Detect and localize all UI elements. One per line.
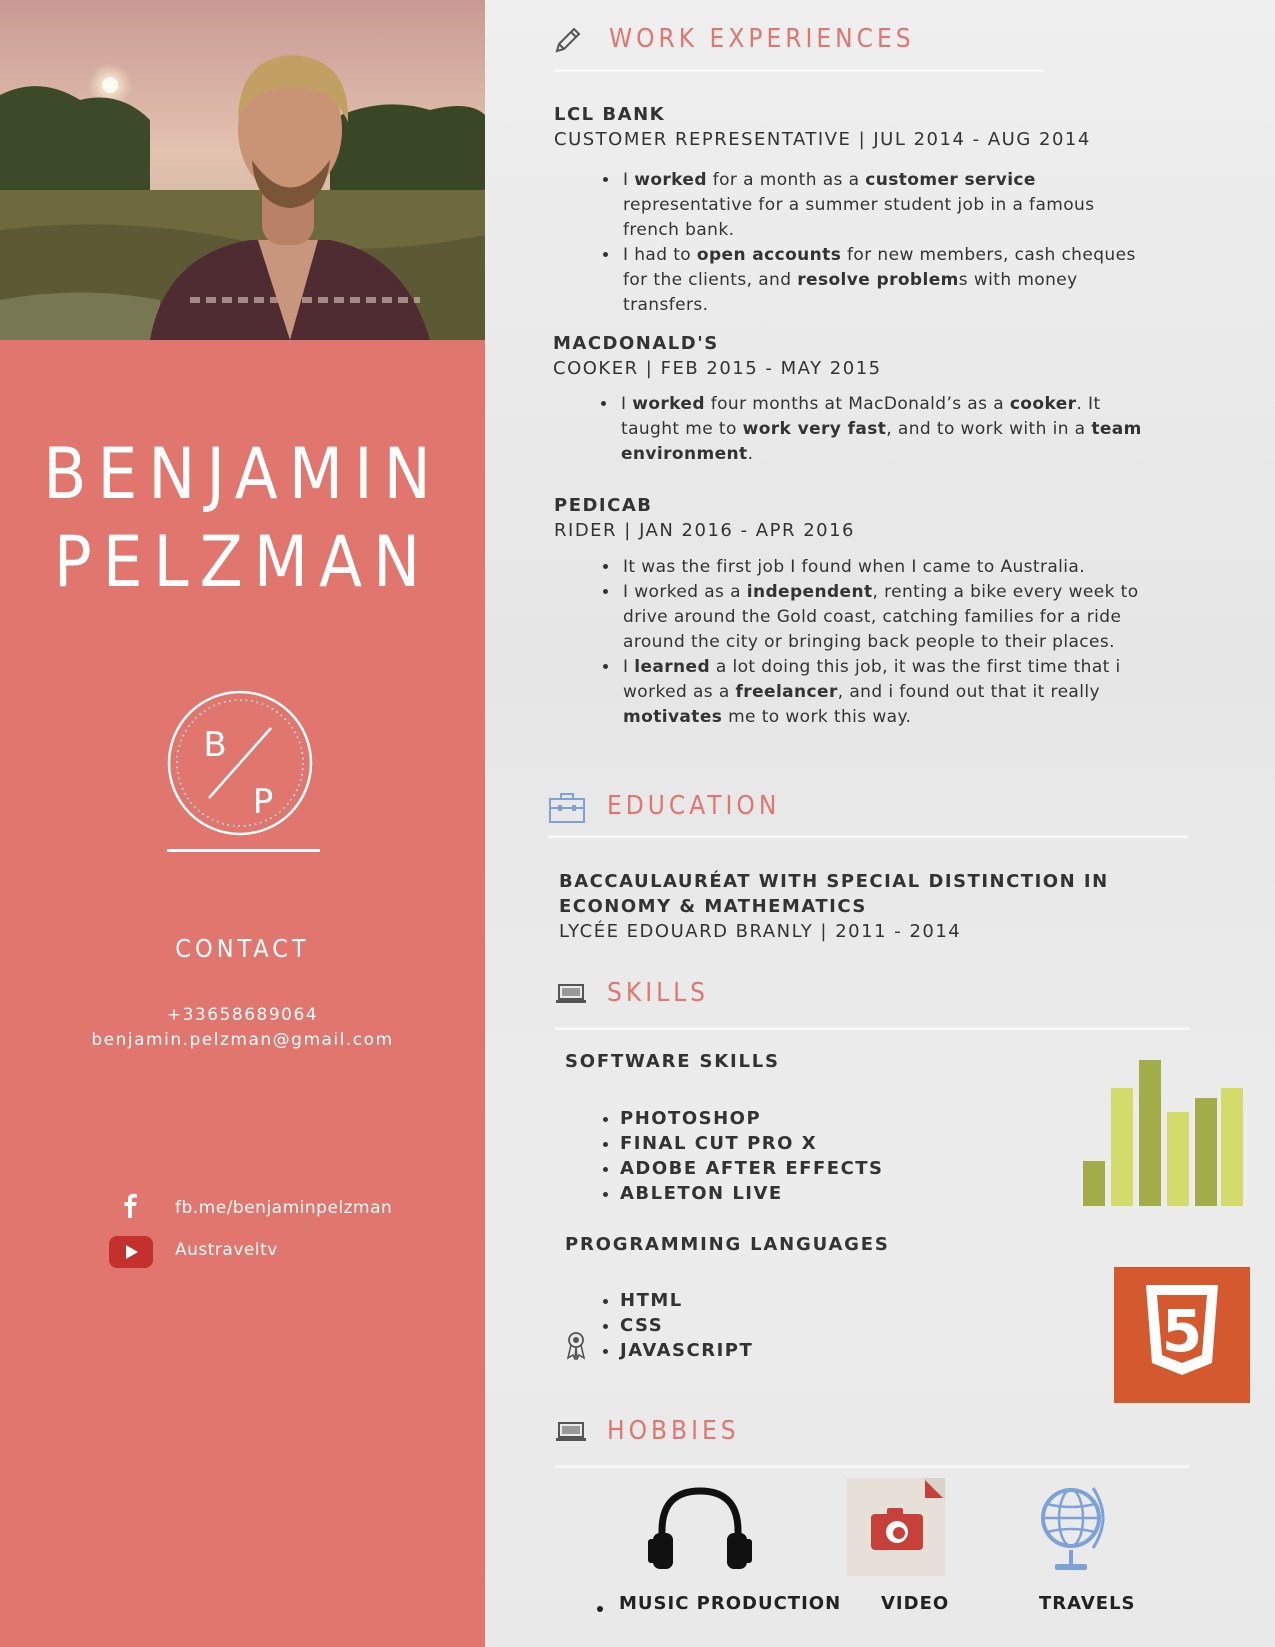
job-bullets-lcl: I worked for a month as a customer servi… [598, 168, 1150, 318]
youtube-icon[interactable] [109, 1236, 153, 1272]
list-item: PHOTOSHOP [620, 1106, 884, 1131]
skills-heading: SKILLS [607, 978, 709, 1008]
work-heading: WORK EXPERIENCES [609, 24, 915, 54]
hobbies-divider [555, 1465, 1190, 1468]
laptop-icon [555, 983, 587, 1009]
list-item: CSS [620, 1313, 753, 1338]
programming-languages-list: HTML CSS JAVASCRIPT [598, 1288, 753, 1363]
education-heading: EDUCATION [607, 791, 781, 821]
monogram-letter-p: P [253, 782, 274, 822]
job-role-macdonalds: COOKER | FEB 2015 - MAY 2015 [553, 358, 882, 379]
software-skills-title: SOFTWARE SKILLS [565, 1051, 780, 1072]
list-item: I learned a lot doing this job, it was t… [620, 655, 1165, 730]
bar-chart-icon [1083, 1058, 1243, 1210]
programming-languages-title: PROGRAMMING LANGUAGES [565, 1234, 890, 1255]
list-item: It was the first job I found when I came… [620, 555, 1165, 580]
list-item: I worked for a month as a customer servi… [620, 168, 1150, 243]
video-camera-icon [847, 1478, 945, 1580]
software-skills-list: PHOTOSHOP FINAL CUT PRO X ADOBE AFTER EF… [598, 1106, 884, 1206]
monogram-logo: B P [165, 688, 315, 842]
monogram-letter-b: B [203, 725, 226, 765]
job-role-lcl: CUSTOMER REPRESENTATIVE | JUL 2014 - AUG… [554, 129, 1091, 150]
education-degree-line2: ECONOMY & MATHEMATICS [559, 896, 867, 917]
monogram-underline [167, 849, 320, 852]
education-divider [548, 835, 1188, 838]
list-item: JAVASCRIPT [620, 1338, 753, 1363]
job-company-lcl: LCL BANK [554, 104, 666, 125]
list-item: I worked four months at MacDonald’s as a… [618, 392, 1153, 467]
globe-icon [1035, 1482, 1109, 1578]
html5-badge-text: 5 [1162, 1297, 1202, 1365]
name-last: PELZMAN [53, 521, 432, 603]
contact-email[interactable]: benjamin.pelzman@gmail.com [0, 1030, 485, 1050]
briefcase-icon [548, 790, 586, 828]
contact-heading: CONTACT [175, 934, 310, 963]
facebook-link[interactable]: fb.me/benjaminpelzman [175, 1198, 392, 1218]
hobby-video: VIDEO [881, 1593, 950, 1614]
youtube-link[interactable]: Austraveltv [175, 1240, 278, 1260]
hobbies-heading: HOBBIES [607, 1416, 740, 1446]
hobby-travels: TRAVELS [1039, 1593, 1136, 1614]
hobby-music-production: MUSIC PRODUCTION [619, 1593, 842, 1614]
headphones-icon [648, 1485, 752, 1575]
education-degree-line1: BACCAULAURÉAT WITH SPECIAL DISTINCTION I… [559, 871, 1109, 892]
list-item: ADOBE AFTER EFFECTS [620, 1156, 884, 1181]
laptop-icon [555, 1421, 587, 1447]
profile-photo [0, 0, 485, 340]
list-item: HTML [620, 1288, 753, 1313]
list-item: ABLETON LIVE [620, 1181, 884, 1206]
skills-divider [555, 1027, 1190, 1030]
bullet-icon [596, 1598, 604, 1617]
facebook-icon[interactable] [120, 1192, 140, 1222]
list-item: I worked as a independent, renting a bik… [620, 580, 1165, 655]
job-role-pedicab: RIDER | JAN 2016 - APR 2016 [554, 520, 856, 541]
name-first: BENJAMIN [43, 433, 442, 515]
list-item: I had to open accounts for new members, … [620, 243, 1150, 318]
education-school: LYCÉE EDOUARD BRANLY | 2011 - 2014 [559, 921, 962, 942]
list-item: FINAL CUT PRO X [620, 1131, 884, 1156]
job-bullets-pedicab: It was the first job I found when I came… [598, 555, 1165, 730]
contact-phone[interactable]: +33658689064 [0, 1005, 485, 1025]
work-divider [554, 69, 1044, 72]
award-ribbon-icon [565, 1330, 587, 1364]
job-company-macdonalds: MACDONALD'S [553, 333, 719, 354]
sidebar: BENJAMIN PELZMAN B P CONTACT +3365868906… [0, 0, 485, 1647]
job-bullets-macdonalds: I worked four months at MacDonald’s as a… [596, 392, 1153, 467]
pencil-icon [553, 25, 583, 59]
html5-logo-icon: 5 [1114, 1267, 1250, 1407]
job-company-pedicab: PEDICAB [554, 495, 653, 516]
